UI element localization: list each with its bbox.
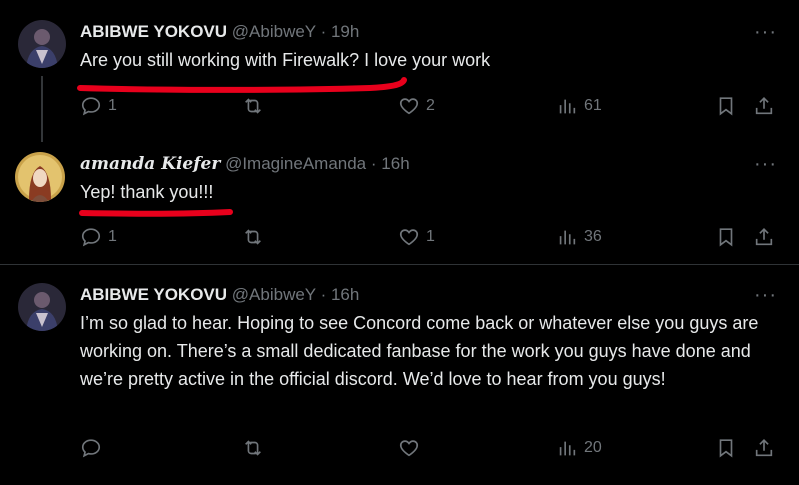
retweet-button[interactable] <box>242 436 270 460</box>
separator-dot: · <box>320 22 327 41</box>
display-name[interactable]: ABIBWE YOKOVU <box>80 22 227 41</box>
retweet-icon <box>245 440 261 456</box>
bookmark-button[interactable] <box>715 94 737 118</box>
reply-count: 1 <box>108 228 117 245</box>
tweet-2[interactable]: amanda Kiefer @ImagineAmanda · 16h ··· Y… <box>0 152 799 262</box>
reply-button[interactable] <box>80 436 108 460</box>
retweet-icon <box>245 229 261 245</box>
tweet-text: Are you still working with Firewalk? I l… <box>80 50 491 70</box>
retweet-icon <box>245 98 261 114</box>
share-icon <box>755 439 773 457</box>
user-handle[interactable]: @ImagineAmanda <box>225 154 366 173</box>
like-icon <box>399 440 419 457</box>
action-bar: 20 <box>80 436 780 460</box>
reply-button[interactable]: 1 <box>80 225 117 249</box>
views-button[interactable]: 36 <box>556 225 602 249</box>
views-count: 61 <box>584 97 602 114</box>
like-icon <box>399 229 419 246</box>
tweet-3[interactable]: ABIBWE YOKOVU @AbibweY · 16h ··· I’m so … <box>0 283 799 473</box>
tweet-header: amanda Kiefer @ImagineAmanda · 16h <box>80 152 410 176</box>
bookmark-icon <box>719 228 733 247</box>
share-button[interactable] <box>753 225 775 249</box>
more-icon[interactable]: ··· <box>754 20 777 44</box>
like-button[interactable] <box>398 436 426 460</box>
action-bar: 1 1 36 <box>80 225 780 249</box>
views-button[interactable]: 20 <box>556 436 602 460</box>
reply-icon <box>81 228 101 247</box>
tweet-1[interactable]: ABIBWE YOKOVU @AbibweY · 19h ··· Are you… <box>0 20 799 130</box>
share-button[interactable] <box>753 436 775 460</box>
share-button[interactable] <box>753 94 775 118</box>
tweet-header: ABIBWE YOKOVU @AbibweY · 19h <box>80 20 359 44</box>
bookmark-icon <box>719 97 733 116</box>
more-icon[interactable]: ··· <box>754 283 777 307</box>
views-icon <box>559 99 576 114</box>
timestamp[interactable]: 16h <box>331 285 359 304</box>
bookmark-icon <box>719 439 733 458</box>
user-handle[interactable]: @AbibweY <box>232 22 316 41</box>
avatar[interactable] <box>18 283 66 331</box>
avatar[interactable] <box>18 20 66 68</box>
like-button[interactable]: 1 <box>398 225 435 249</box>
retweet-button[interactable] <box>242 225 270 249</box>
divider <box>0 264 799 265</box>
like-count: 1 <box>426 228 435 245</box>
reply-count: 1 <box>108 97 117 114</box>
bookmark-button[interactable] <box>715 225 737 249</box>
like-button[interactable]: 2 <box>398 94 435 118</box>
like-count: 2 <box>426 97 435 114</box>
views-count: 36 <box>584 228 602 245</box>
share-icon <box>755 228 773 246</box>
display-name[interactable]: amanda Kiefer <box>80 154 220 174</box>
avatar[interactable] <box>15 152 65 202</box>
reply-button[interactable]: 1 <box>80 94 117 118</box>
bookmark-button[interactable] <box>715 436 737 460</box>
action-bar: 1 2 61 <box>80 94 780 118</box>
tweet-header: ABIBWE YOKOVU @AbibweY · 16h <box>80 283 359 307</box>
views-button[interactable]: 61 <box>556 94 602 118</box>
views-count: 20 <box>584 439 602 456</box>
reply-icon <box>81 439 101 458</box>
share-icon <box>755 97 773 115</box>
display-name[interactable]: ABIBWE YOKOVU <box>80 285 227 304</box>
user-handle[interactable]: @AbibweY <box>232 285 316 304</box>
views-icon <box>559 441 576 456</box>
tweet-text: Yep! thank you!!! <box>80 182 214 202</box>
retweet-button[interactable] <box>242 94 270 118</box>
tweet-text: I’m so glad to hear. Hoping to see Conco… <box>80 313 759 389</box>
timestamp[interactable]: 19h <box>331 22 359 41</box>
views-icon <box>559 230 576 245</box>
separator-dot: · <box>320 285 327 304</box>
more-icon[interactable]: ··· <box>754 152 777 176</box>
timestamp[interactable]: 16h <box>381 154 409 173</box>
reply-icon <box>81 97 101 116</box>
like-icon <box>399 98 419 115</box>
separator-dot: · <box>370 154 377 173</box>
